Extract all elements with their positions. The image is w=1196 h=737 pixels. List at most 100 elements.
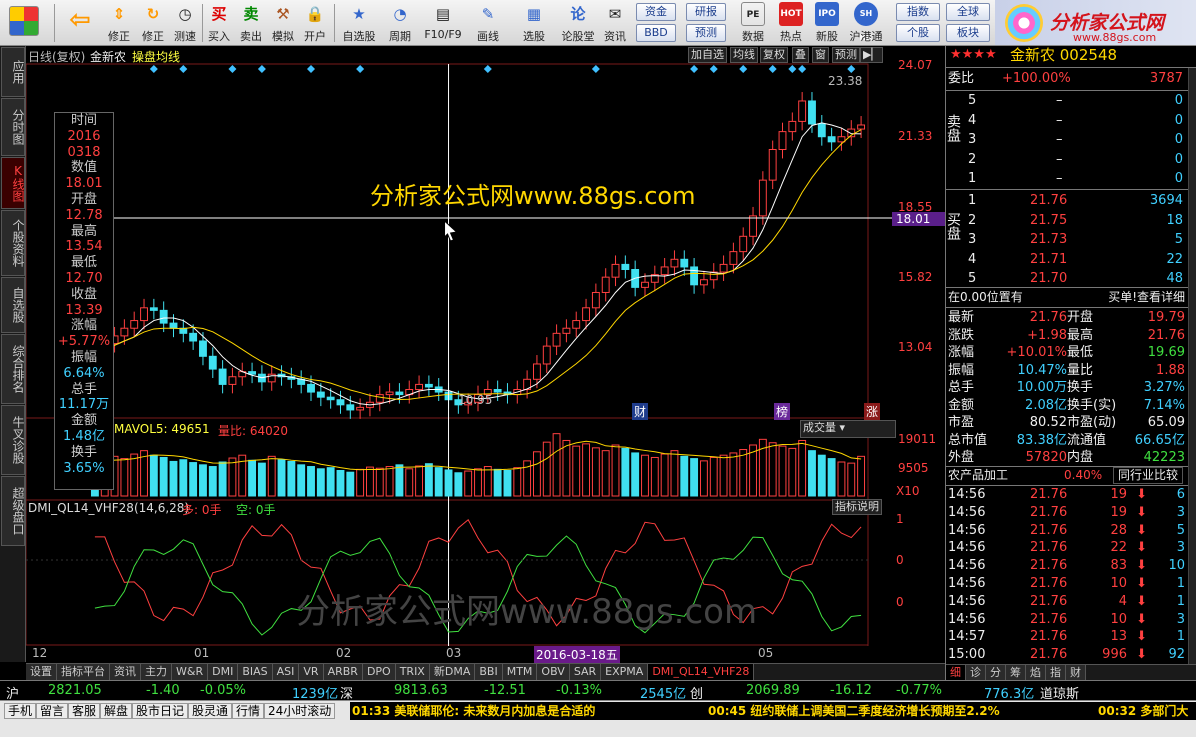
overlay-button[interactable]: 叠 <box>792 47 809 63</box>
updown-button[interactable]: ⇕ 修正 <box>104 2 134 44</box>
kline-chart[interactable]: 日线(复权) 金新农 操盘均线 加自选 均线 复权 叠 窗 预测 ▶▏ 分析家公… <box>26 46 945 663</box>
indicator-tab[interactable]: ASI <box>272 664 300 680</box>
limit-up-badge[interactable]: 涨 <box>864 403 881 420</box>
sector-compare-button[interactable]: 同行业比较 <box>1112 467 1183 484</box>
sector-button[interactable]: 板块 <box>946 24 990 42</box>
speedtest-button[interactable]: ◷ 测速 <box>170 2 200 44</box>
diary-button[interactable]: 股市日记 <box>132 703 189 719</box>
indicator-kong: 空: 0手 <box>236 503 276 517</box>
news-item-2[interactable]: 00:32 多部门大 <box>1098 702 1188 720</box>
hot-button[interactable]: HOT 热点 <box>776 2 806 44</box>
back-button[interactable]: ⇦ <box>62 2 98 44</box>
rolling-news-button[interactable]: 24小时滚动 <box>264 703 336 719</box>
indicator-tab[interactable]: 设置 <box>26 664 57 680</box>
panel-tab[interactable]: 财 <box>1066 665 1086 681</box>
indicator-tab[interactable]: 资讯 <box>110 664 141 680</box>
add-watch-button[interactable]: 加自选 <box>688 47 727 63</box>
ipo-button[interactable]: IPO 新股 <box>812 2 842 44</box>
indicator-tab[interactable]: ARBR <box>323 664 363 680</box>
tab-watchlist[interactable]: 自选股 <box>1 277 25 333</box>
gulingtong-button[interactable]: 股灵通 <box>188 703 233 719</box>
indicator-tab[interactable]: 指标平台 <box>57 664 110 680</box>
window-button[interactable]: 窗 <box>812 47 829 63</box>
tab-intraday[interactable]: 分时图 <box>1 98 25 156</box>
tab-stock-info[interactable]: 个股资料 <box>1 210 25 276</box>
tab-kline[interactable]: K线图 <box>1 157 25 209</box>
indicator-tab[interactable]: BBI <box>475 664 503 680</box>
forecast-button[interactable]: 预测 <box>686 24 726 42</box>
volume-select[interactable]: 成交量 ▾ <box>800 420 896 438</box>
panel-tab[interactable]: 分 <box>986 665 1006 681</box>
indicator-tab[interactable]: 主力 <box>141 664 172 680</box>
data-button[interactable]: PE 数据 <box>738 2 768 44</box>
tab-app[interactable]: 应用 <box>1 47 25 97</box>
indicator-tab[interactable]: OBV <box>537 664 570 680</box>
candle-body <box>415 383 424 391</box>
indicator-tab[interactable]: TRIX <box>395 664 430 680</box>
tab-super-panel[interactable]: 超级盘口 <box>1 476 25 546</box>
period-button[interactable]: ◔ 周期 <box>382 2 418 44</box>
index-button[interactable]: 指数 <box>896 3 940 21</box>
play-icon[interactable]: ▶▏ <box>860 47 883 63</box>
candle-body <box>562 327 571 334</box>
global-button[interactable]: 全球 <box>946 3 990 21</box>
research-button[interactable]: 研报 <box>686 3 726 21</box>
tick-price: 21.76 <box>1030 504 1068 520</box>
tick-volume: 19 <box>1110 504 1127 520</box>
indicator-tab[interactable]: W&R <box>172 664 209 680</box>
indicator-tab[interactable]: EXPMA <box>601 664 649 680</box>
indicator-tab[interactable]: BIAS <box>238 664 273 680</box>
bbd-button[interactable]: BBD <box>636 24 676 42</box>
indicator-tab[interactable]: 新DMA <box>429 664 476 680</box>
rank-badge[interactable]: 榜 <box>774 403 791 420</box>
news-item-1[interactable]: 00:45 纽约联储上调美国二季度经济增长预期至2.2% <box>708 702 1000 720</box>
open-account-button[interactable]: 🔒 开户 <box>300 2 330 44</box>
volume-bar <box>808 450 816 497</box>
watchlist-button[interactable]: ★ 自选股 <box>338 2 380 44</box>
panel-tab[interactable]: 诊 <box>966 665 986 681</box>
level-price: – <box>1056 171 1063 186</box>
indicator-tab[interactable]: SAR <box>569 664 602 680</box>
news-button[interactable]: ✉ 资讯 <box>600 2 630 44</box>
indicator-tab[interactable]: DPO <box>362 664 396 680</box>
panel-tab[interactable]: 指 <box>1046 665 1066 681</box>
simulate-button[interactable]: ⚒ 模拟 <box>268 2 298 44</box>
market-button[interactable]: 行情 <box>232 703 265 719</box>
news-item-0[interactable]: 01:33 美联储耶伦: 未来数月内加息是合适的 <box>352 702 595 720</box>
flower-logo-icon <box>1005 4 1043 42</box>
ma-button[interactable]: 均线 <box>730 47 758 63</box>
indicator-tab[interactable]: VR <box>299 664 324 680</box>
mobile-button[interactable]: 手机 <box>4 703 37 719</box>
message-button[interactable]: 留言 <box>36 703 69 719</box>
quote-row: 涨跌 +1.98 最高 21.76 <box>946 327 1196 345</box>
view-detail-link[interactable]: 买单!查看详细 <box>1108 288 1185 306</box>
f10-button[interactable]: ▤ F10/F9 <box>420 2 466 44</box>
analysis-button[interactable]: 解盘 <box>100 703 133 719</box>
app-logo-icon[interactable] <box>4 2 44 44</box>
level-num: 5 <box>968 271 977 286</box>
tab-diagnosis[interactable]: 牛叉诊股 <box>1 405 25 475</box>
finance-badge[interactable]: 财 <box>632 403 649 420</box>
indicator-help-button[interactable]: 指标说明 <box>832 499 882 515</box>
forecast-chart-button[interactable]: 预测 <box>832 47 860 63</box>
draw-line-button[interactable]: ✎ 画线 <box>468 2 508 44</box>
forum-button[interactable]: 论论股堂 <box>558 2 598 44</box>
restore-right-button[interactable]: 复权 <box>760 47 788 63</box>
panel-tab[interactable]: 筹 <box>1006 665 1026 681</box>
fix-button[interactable]: ↻ 修正 <box>138 2 168 44</box>
panel-tab[interactable]: 焰 <box>1026 665 1046 681</box>
fund-button[interactable]: 资金 <box>636 3 676 21</box>
buy-button[interactable]: 买买入 <box>204 2 234 44</box>
volume-bar <box>847 462 856 497</box>
sell-button[interactable]: 卖卖出 <box>236 2 266 44</box>
indicator-tab[interactable]: DMI_QL14_VHF28 <box>648 664 755 680</box>
indicator-tab[interactable]: MTM <box>502 664 538 680</box>
stock-button[interactable]: 个股 <box>896 24 940 42</box>
shhk-button[interactable]: SH HK 沪港通 <box>846 2 886 44</box>
news-ticker[interactable]: 01:33 美联储耶伦: 未来数月内加息是合适的 00:45 纽约联储上调美国二… <box>350 702 1196 720</box>
indicator-tab[interactable]: DMI <box>208 664 239 680</box>
stock-screen-button[interactable]: ▦ 选股 <box>512 2 556 44</box>
tab-ranking[interactable]: 综合排名 <box>1 334 25 404</box>
service-button[interactable]: 客服 <box>68 703 101 719</box>
panel-tab[interactable]: 细 <box>946 665 966 681</box>
